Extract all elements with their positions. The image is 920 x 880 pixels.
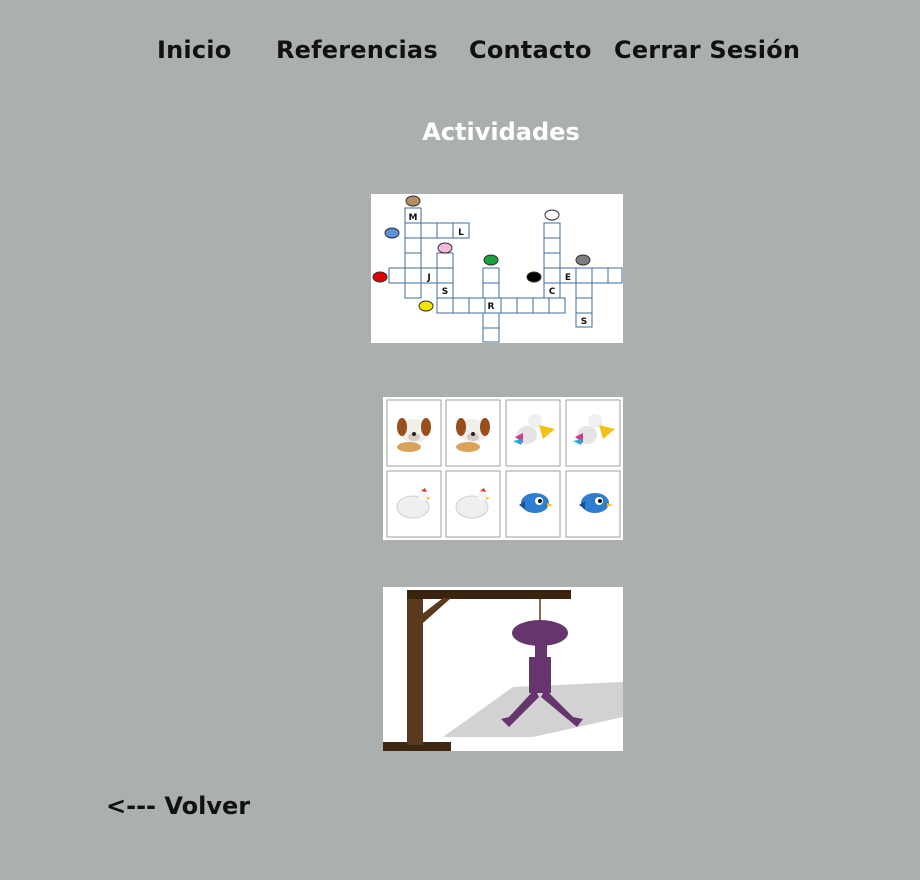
crossword-letter-s: S [442,287,448,297]
memory-activity-link[interactable] [383,397,623,540]
volver-back-link[interactable]: <--- Volver [106,792,250,820]
nav-inicio-link[interactable]: Inicio [157,36,231,64]
page-title: Actividades [422,118,580,146]
crossword-letter-j: J [426,273,430,283]
hangman-gallows-image [383,590,623,751]
crossword-letter-c: C [549,287,556,297]
nav-referencias-link[interactable]: Referencias [276,36,438,64]
crossword-letter-e: E [565,273,571,283]
nav-contacto-link[interactable]: Contacto [469,36,592,64]
crossword-activity-link[interactable]: M L J S R C E S [371,194,623,343]
crossword-colors-image: M L J S R C E S [372,195,623,343]
memory-cards-animals-image [386,399,621,538]
crossword-letter-l: L [458,228,464,238]
crossword-letter-m: M [409,213,418,223]
crossword-letter-s2: S [581,317,587,327]
page: Inicio Referencias Contacto Cerrar Sesió… [0,0,920,880]
hangman-activity-link[interactable] [383,587,623,751]
crossword-letter-r: R [488,302,495,312]
nav-cerrar-sesion-link[interactable]: Cerrar Sesión [614,36,800,64]
